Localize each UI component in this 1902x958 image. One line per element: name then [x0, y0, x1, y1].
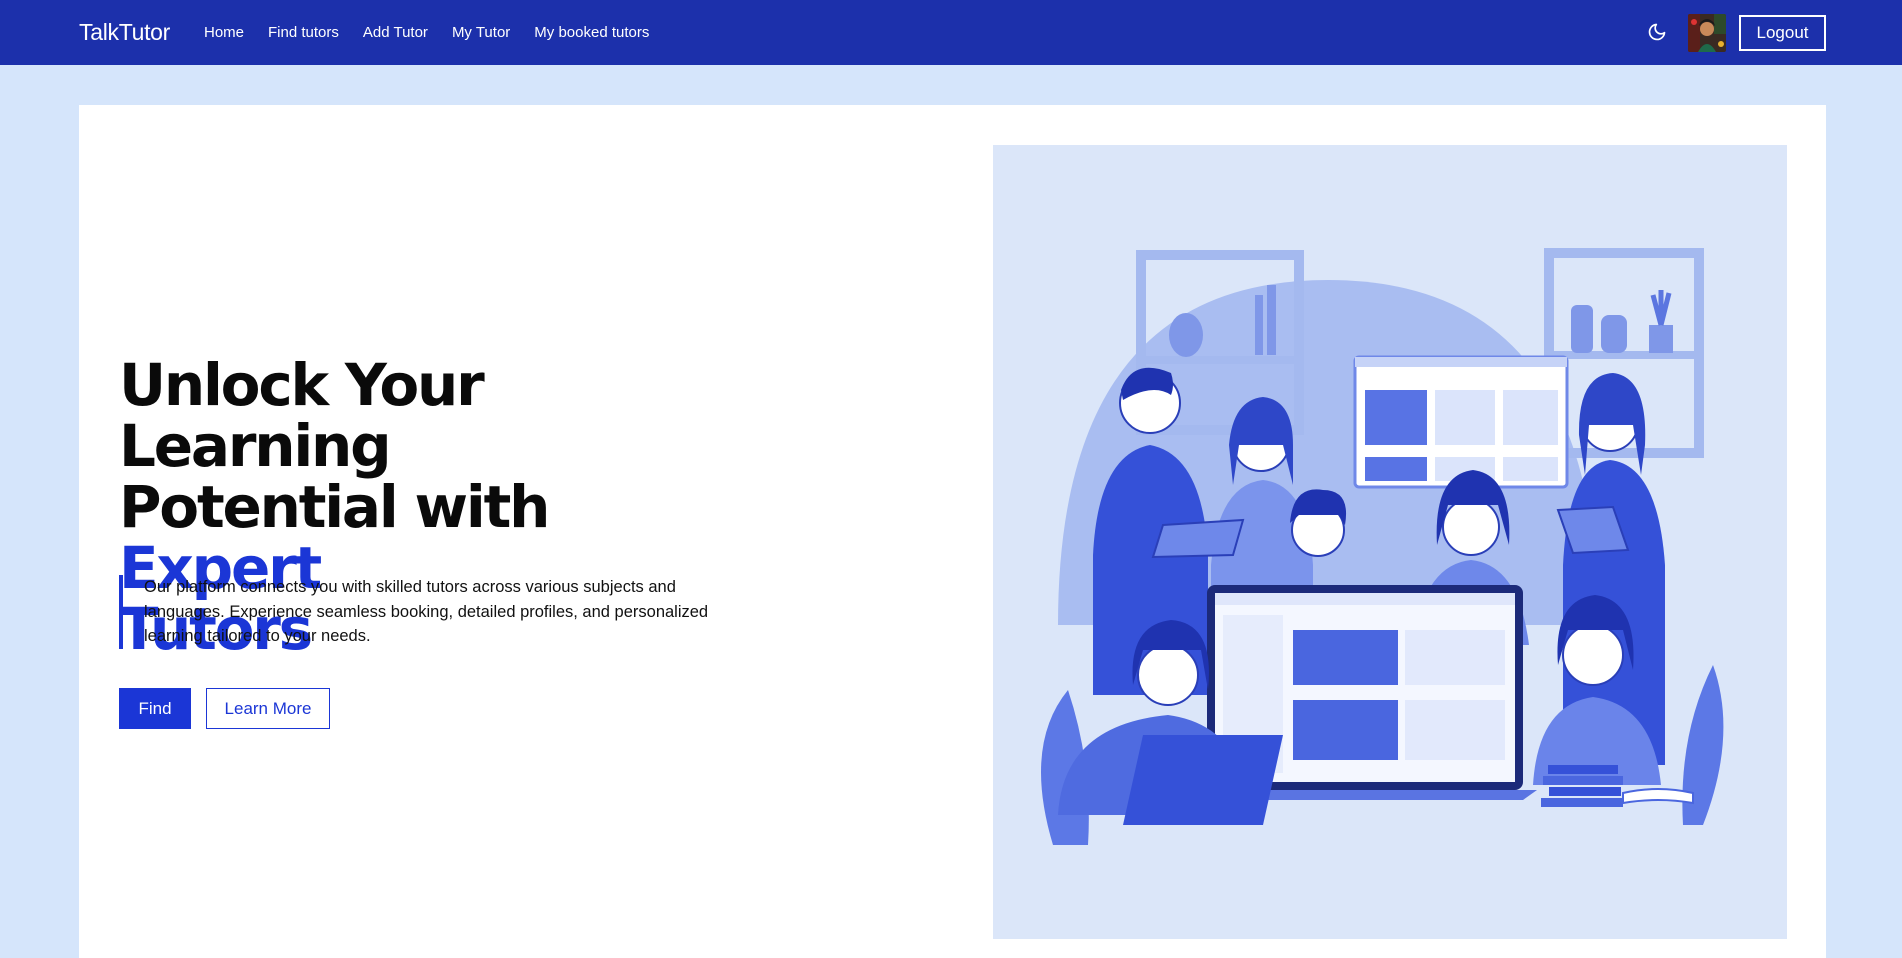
hero-title-line-1: Unlock Your Learning — [119, 351, 485, 480]
nav-link-add-tutor[interactable]: Add Tutor — [363, 24, 428, 41]
hero-card: Unlock Your Learning Potential with Expe… — [79, 105, 1826, 958]
learn-more-button[interactable]: Learn More — [206, 688, 330, 729]
nav-link-find-tutors[interactable]: Find tutors — [268, 24, 339, 41]
hero-title-line-2: Potential with — [119, 473, 550, 541]
moon-icon[interactable] — [1647, 22, 1667, 42]
hero-description: Our platform connects you with skilled t… — [144, 578, 709, 645]
user-avatar[interactable] — [1688, 14, 1726, 52]
find-button[interactable]: Find — [119, 688, 191, 729]
top-navbar: TalkTutor Home Find tutors Add Tutor My … — [0, 0, 1902, 65]
nav-link-my-booked-tutors[interactable]: My booked tutors — [534, 24, 649, 41]
nav-links: Home Find tutors Add Tutor My Tutor My b… — [204, 0, 673, 65]
logout-button[interactable]: Logout — [1739, 15, 1826, 51]
brand-logo[interactable]: TalkTutor — [79, 19, 170, 46]
hero-description-block: Our platform connects you with skilled t… — [119, 575, 719, 649]
hero-illustration — [993, 145, 1787, 939]
nav-link-home[interactable]: Home — [204, 24, 244, 41]
nav-link-my-tutor[interactable]: My Tutor — [452, 24, 510, 41]
